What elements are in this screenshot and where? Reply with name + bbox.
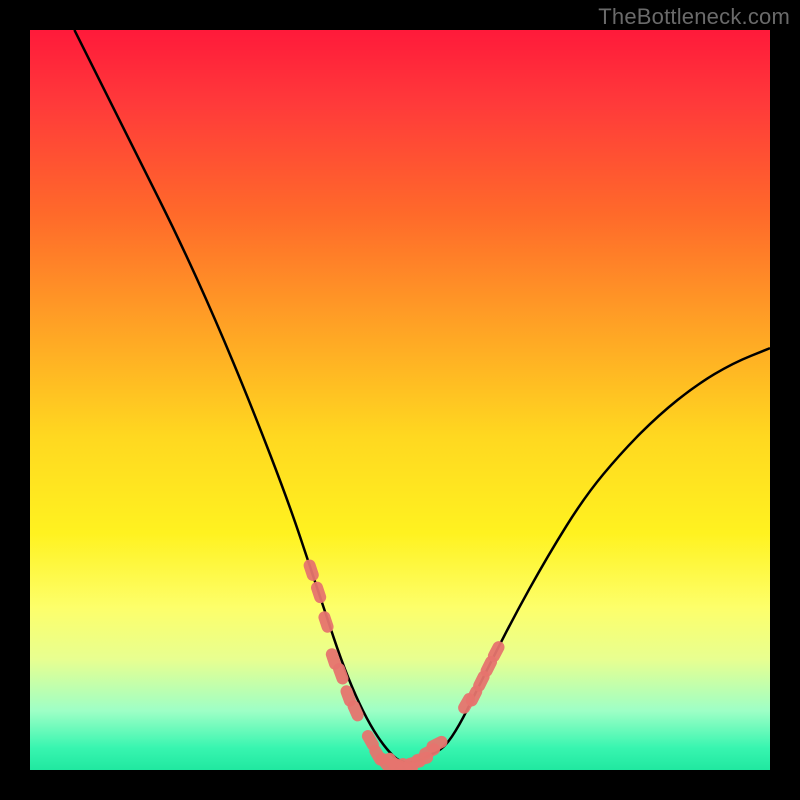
curve-marker [302,558,320,583]
watermark-text: TheBottleneck.com [598,4,790,30]
bottleneck-curve [74,30,770,763]
curve-svg [30,30,770,770]
plot-area [30,30,770,770]
curve-markers [302,558,507,770]
curve-marker [309,580,327,605]
chart-frame: TheBottleneck.com [0,0,800,800]
